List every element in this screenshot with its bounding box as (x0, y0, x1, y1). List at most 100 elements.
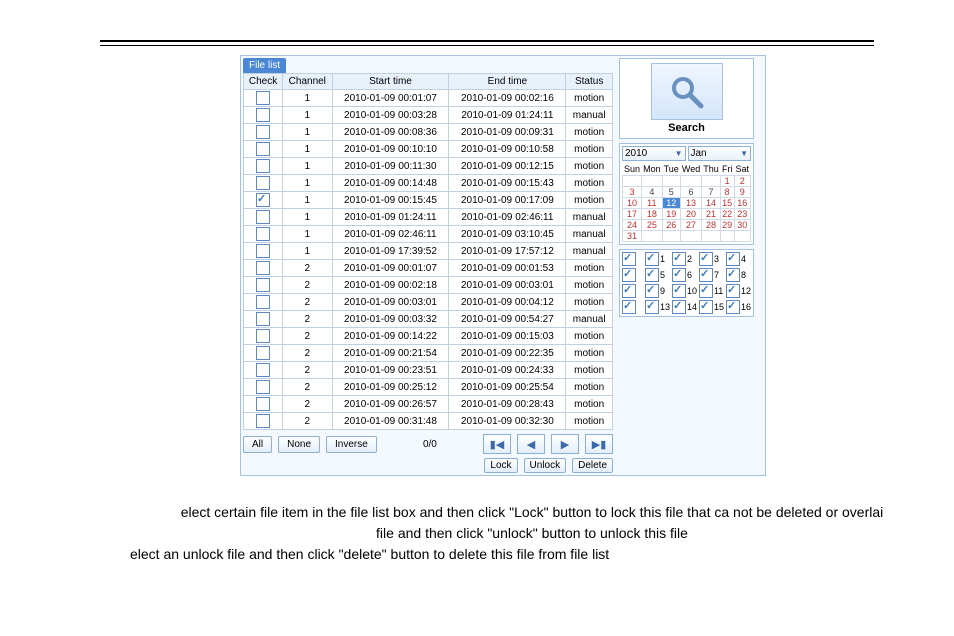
calendar-day[interactable]: 26 (662, 220, 680, 231)
channel-checkbox[interactable] (699, 284, 713, 298)
calendar-day[interactable]: 6 (680, 187, 702, 198)
channel-item[interactable]: 16 (726, 300, 751, 314)
row-checkbox[interactable] (256, 227, 270, 241)
row-checkbox[interactable] (256, 210, 270, 224)
table-row[interactable]: 12010-01-09 00:14:482010-01-09 00:15:43m… (244, 175, 613, 192)
channel-checkbox[interactable] (672, 268, 686, 282)
inverse-button[interactable]: Inverse (326, 436, 377, 453)
unlock-button[interactable]: Unlock (524, 458, 567, 473)
calendar-day[interactable]: 12 (662, 198, 680, 209)
row-checkbox[interactable] (256, 91, 270, 105)
calendar-day[interactable]: 28 (702, 220, 721, 231)
calendar-day[interactable]: 11 (642, 198, 663, 209)
table-row[interactable]: 12010-01-09 00:15:452010-01-09 00:17:09m… (244, 192, 613, 209)
calendar-day[interactable]: 1 (720, 176, 734, 187)
all-button[interactable]: All (243, 436, 272, 453)
row-checkbox[interactable] (256, 295, 270, 309)
calendar-day[interactable]: 8 (720, 187, 734, 198)
delete-button[interactable]: Delete (572, 458, 613, 473)
row-checkbox[interactable] (256, 244, 270, 258)
table-row[interactable]: 12010-01-09 01:24:112010-01-09 02:46:11m… (244, 209, 613, 226)
channel-master-checkbox[interactable] (622, 268, 636, 282)
channel-item[interactable]: 5 (645, 268, 670, 282)
year-select[interactable]: 2010▼ (622, 146, 686, 161)
table-row[interactable]: 12010-01-09 00:08:362010-01-09 00:09:31m… (244, 124, 613, 141)
channel-item[interactable]: 10 (672, 284, 697, 298)
calendar-day[interactable]: 2 (734, 176, 750, 187)
calendar-day[interactable]: 18 (642, 209, 663, 220)
row-checkbox[interactable] (256, 312, 270, 326)
channel-item[interactable]: 9 (645, 284, 670, 298)
channel-master-checkbox[interactable] (622, 300, 636, 314)
calendar-day[interactable]: 17 (623, 209, 642, 220)
none-button[interactable]: None (278, 436, 320, 453)
channel-item[interactable]: 1 (645, 252, 670, 266)
table-row[interactable]: 12010-01-09 00:03:282010-01-09 01:24:11m… (244, 107, 613, 124)
channel-item[interactable]: 13 (645, 300, 670, 314)
channel-item[interactable]: 2 (672, 252, 697, 266)
calendar-day[interactable]: 23 (734, 209, 750, 220)
channel-master-checkbox[interactable] (622, 284, 636, 298)
channel-checkbox[interactable] (699, 268, 713, 282)
table-row[interactable]: 22010-01-09 00:23:512010-01-09 00:24:33m… (244, 362, 613, 379)
calendar-day[interactable]: 22 (720, 209, 734, 220)
next-page-button[interactable]: ▶ (551, 434, 579, 454)
table-row[interactable]: 22010-01-09 00:21:542010-01-09 00:22:35m… (244, 345, 613, 362)
search-icon[interactable] (651, 63, 723, 120)
table-row[interactable]: 12010-01-09 00:11:302010-01-09 00:12:15m… (244, 158, 613, 175)
calendar-day[interactable]: 21 (702, 209, 721, 220)
row-checkbox[interactable] (256, 261, 270, 275)
calendar-day[interactable]: 19 (662, 209, 680, 220)
last-page-button[interactable]: ▶▮ (585, 434, 613, 454)
lock-button[interactable]: Lock (484, 458, 517, 473)
channel-master-checkbox[interactable] (622, 252, 636, 266)
row-checkbox[interactable] (256, 380, 270, 394)
channel-item[interactable]: 3 (699, 252, 724, 266)
channel-item[interactable]: 4 (726, 252, 751, 266)
calendar-day[interactable]: 5 (662, 187, 680, 198)
first-page-button[interactable]: ▮◀ (483, 434, 511, 454)
table-row[interactable]: 22010-01-09 00:03:322010-01-09 00:54:27m… (244, 311, 613, 328)
calendar-day[interactable]: 25 (642, 220, 663, 231)
calendar-day[interactable]: 10 (623, 198, 642, 209)
channel-item[interactable]: 12 (726, 284, 751, 298)
calendar-day[interactable]: 3 (623, 187, 642, 198)
calendar-day[interactable]: 9 (734, 187, 750, 198)
table-row[interactable]: 22010-01-09 00:26:572010-01-09 00:28:43m… (244, 396, 613, 413)
calendar-day[interactable]: 29 (720, 220, 734, 231)
calendar-day[interactable]: 27 (680, 220, 702, 231)
table-row[interactable]: 12010-01-09 00:10:102010-01-09 00:10:58m… (244, 141, 613, 158)
calendar-day[interactable]: 4 (642, 187, 663, 198)
row-checkbox[interactable] (256, 108, 270, 122)
table-row[interactable]: 12010-01-09 17:39:522010-01-09 17:57:12m… (244, 243, 613, 260)
calendar-day[interactable]: 15 (720, 198, 734, 209)
row-checkbox[interactable] (256, 363, 270, 377)
table-row[interactable]: 22010-01-09 00:25:122010-01-09 00:25:54m… (244, 379, 613, 396)
channel-item[interactable]: 11 (699, 284, 724, 298)
channel-item[interactable]: 8 (726, 268, 751, 282)
calendar-day[interactable]: 24 (623, 220, 642, 231)
row-checkbox[interactable] (256, 176, 270, 190)
row-checkbox[interactable] (256, 346, 270, 360)
channel-checkbox[interactable] (645, 284, 659, 298)
table-row[interactable]: 22010-01-09 00:14:222010-01-09 00:15:03m… (244, 328, 613, 345)
channel-checkbox[interactable] (645, 252, 659, 266)
channel-checkbox[interactable] (672, 252, 686, 266)
calendar-day[interactable]: 31 (623, 231, 642, 242)
channel-checkbox[interactable] (699, 252, 713, 266)
channel-checkbox[interactable] (645, 268, 659, 282)
channel-checkbox[interactable] (672, 300, 686, 314)
calendar-day[interactable]: 14 (702, 198, 721, 209)
calendar-day[interactable]: 30 (734, 220, 750, 231)
table-row[interactable]: 22010-01-09 00:02:182010-01-09 00:03:01m… (244, 277, 613, 294)
calendar-day[interactable]: 20 (680, 209, 702, 220)
row-checkbox[interactable] (256, 125, 270, 139)
calendar-day[interactable]: 16 (734, 198, 750, 209)
channel-item[interactable]: 6 (672, 268, 697, 282)
row-checkbox[interactable] (256, 159, 270, 173)
row-checkbox[interactable] (256, 142, 270, 156)
channel-item[interactable]: 7 (699, 268, 724, 282)
row-checkbox[interactable] (256, 414, 270, 428)
channel-checkbox[interactable] (645, 300, 659, 314)
row-checkbox[interactable] (256, 397, 270, 411)
